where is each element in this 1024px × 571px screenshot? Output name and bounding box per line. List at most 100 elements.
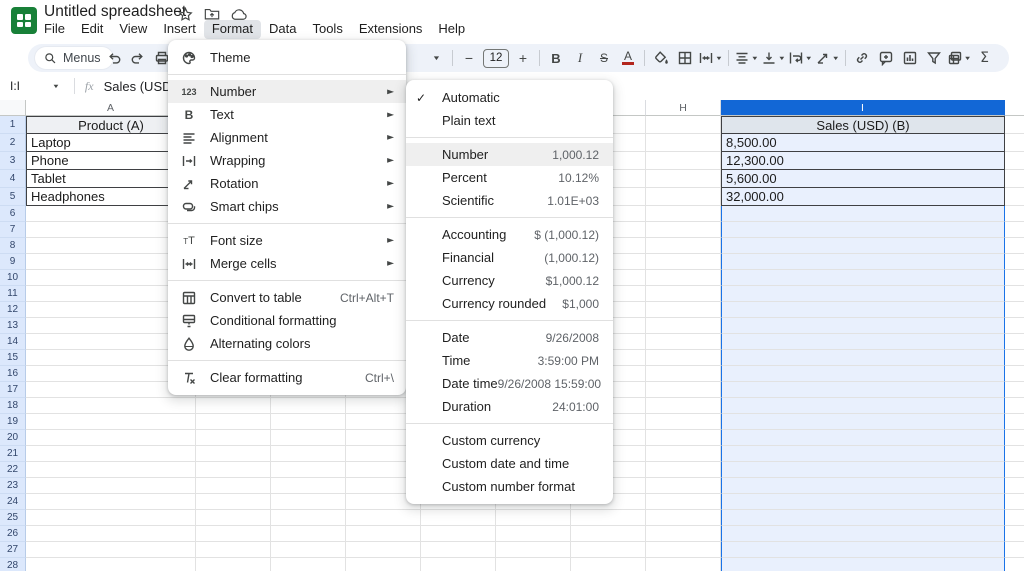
column-header-I[interactable]: I [721,100,1005,116]
menubar-item-view[interactable]: View [111,20,155,39]
cell-H8[interactable] [646,238,721,254]
row-header-6[interactable]: 6 [0,206,26,222]
row-header-11[interactable]: 11 [0,286,26,302]
submenu-item-scientific[interactable]: Scientific1.01E+03 [406,189,613,212]
submenu-item-financial[interactable]: Financial(1,000.12) [406,246,613,269]
cell-H18[interactable] [646,398,721,414]
cell-G27[interactable] [571,542,646,558]
menu-item-alternating-colors[interactable]: Alternating colors [168,332,406,355]
cell-H2[interactable] [646,134,721,152]
cell-D27[interactable] [346,542,421,558]
cell-B20[interactable] [196,430,271,446]
cell-D28[interactable] [346,558,421,571]
document-title[interactable]: Untitled spreadsheet [44,3,186,21]
merge-cells-button[interactable]: ▼ [697,46,724,70]
cell-I20[interactable] [721,430,1005,446]
cell-H15[interactable] [646,350,721,366]
text-rotate-button[interactable]: ▼ [814,46,841,70]
menu-item-text[interactable]: BText▶ [168,103,406,126]
menu-item-convert-to-table[interactable]: Convert to tableCtrl+Alt+T [168,286,406,309]
zoom-dropdown[interactable]: ▼ [424,46,448,70]
insert-link-button[interactable] [850,46,874,70]
row-header-8[interactable]: 8 [0,238,26,254]
cell-H4[interactable] [646,170,721,188]
cell-C19[interactable] [271,414,346,430]
cell-B27[interactable] [196,542,271,558]
row-header-21[interactable]: 21 [0,446,26,462]
submenu-item-currency-rounded[interactable]: Currency rounded$1,000 [406,292,613,315]
cell-H26[interactable] [646,526,721,542]
cell-C22[interactable] [271,462,346,478]
submenu-item-percent[interactable]: Percent10.12% [406,166,613,189]
cell-I28[interactable] [721,558,1005,571]
cell-H3[interactable] [646,152,721,170]
redo-button[interactable] [126,46,150,70]
row-header-5[interactable]: 5 [0,188,26,206]
column-header-H[interactable]: H [646,100,721,116]
submenu-item-custom-number-format[interactable]: Custom number format [406,475,613,498]
cell-A26[interactable] [26,526,196,542]
submenu-item-time[interactable]: Time3:59:00 PM [406,349,613,372]
menubar-item-edit[interactable]: Edit [73,20,111,39]
cell-C23[interactable] [271,478,346,494]
cell-H21[interactable] [646,446,721,462]
cell-H22[interactable] [646,462,721,478]
cell-C28[interactable] [271,558,346,571]
bold-button[interactable]: B [544,46,568,70]
menu-item-font-size[interactable]: TTFont size▶ [168,229,406,252]
cell-A19[interactable] [26,414,196,430]
vertical-align-button[interactable]: ▼ [760,46,787,70]
cell-H1[interactable] [646,116,721,134]
name-box[interactable]: I:I [0,79,52,93]
cell-H11[interactable] [646,286,721,302]
menu-item-number[interactable]: 123Number▶ [168,80,406,103]
cell-C20[interactable] [271,430,346,446]
submenu-item-custom-currency[interactable]: Custom currency [406,429,613,452]
font-size-input[interactable]: 12 [483,49,509,68]
cell-I8[interactable] [721,238,1005,254]
cell-A20[interactable] [26,430,196,446]
cell-G25[interactable] [571,510,646,526]
row-header-20[interactable]: 20 [0,430,26,446]
row-header-9[interactable]: 9 [0,254,26,270]
row-header-25[interactable]: 25 [0,510,26,526]
borders-button[interactable] [673,46,697,70]
cell-H23[interactable] [646,478,721,494]
cell-B18[interactable] [196,398,271,414]
menu-item-wrapping[interactable]: Wrapping▶ [168,149,406,172]
cell-F25[interactable] [496,510,571,526]
filter-button[interactable] [922,46,946,70]
menubar-item-tools[interactable]: Tools [304,20,350,39]
cell-I24[interactable] [721,494,1005,510]
menubar-item-help[interactable]: Help [430,20,473,39]
cell-C27[interactable] [271,542,346,558]
name-box-caret-icon[interactable]: ▼ [52,83,60,89]
menubar-item-insert[interactable]: Insert [155,20,204,39]
row-header-16[interactable]: 16 [0,366,26,382]
cell-I5[interactable]: 32,000.00 [721,188,1005,206]
cell-H16[interactable] [646,366,721,382]
row-header-18[interactable]: 18 [0,398,26,414]
cell-E25[interactable] [421,510,496,526]
cell-A27[interactable] [26,542,196,558]
cell-C26[interactable] [271,526,346,542]
menubar-item-extensions[interactable]: Extensions [351,20,431,39]
cell-F26[interactable] [496,526,571,542]
submenu-item-date[interactable]: Date9/26/2008 [406,326,613,349]
menubar-item-data[interactable]: Data [261,20,304,39]
cell-I21[interactable] [721,446,1005,462]
cell-I16[interactable] [721,366,1005,382]
cell-E28[interactable] [421,558,496,571]
text-color-button[interactable]: A [616,46,640,70]
insert-chart-button[interactable] [898,46,922,70]
cell-I9[interactable] [721,254,1005,270]
row-header-24[interactable]: 24 [0,494,26,510]
cell-H7[interactable] [646,222,721,238]
cell-I10[interactable] [721,270,1005,286]
cell-I6[interactable] [721,206,1005,222]
cell-A21[interactable] [26,446,196,462]
cell-B23[interactable] [196,478,271,494]
menu-item-clear-formatting[interactable]: Clear formattingCtrl+\ [168,366,406,389]
row-header-17[interactable]: 17 [0,382,26,398]
cell-I1[interactable]: Sales (USD) (B) [721,116,1005,134]
